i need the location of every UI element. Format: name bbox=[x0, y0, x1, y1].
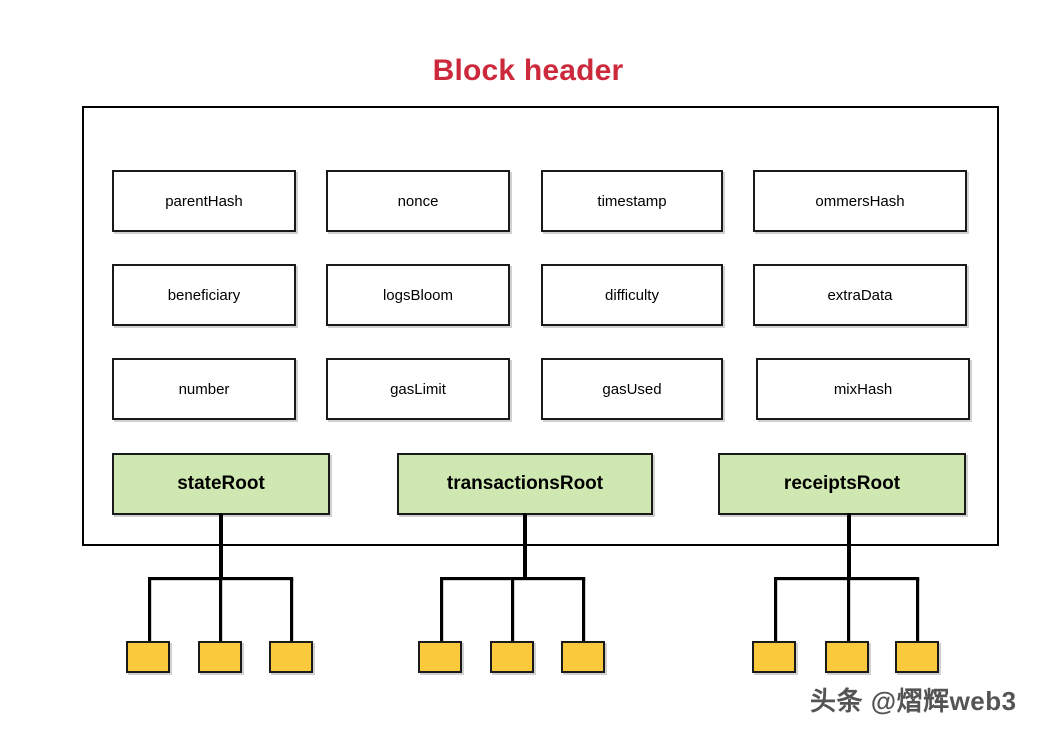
field-label: stateRoot bbox=[177, 473, 265, 494]
leaf-node bbox=[269, 641, 313, 673]
leaf-node bbox=[198, 641, 242, 673]
field-box-beneficiary: beneficiary bbox=[112, 264, 296, 326]
diagram-canvas: Block header parentHash nonce timestamp … bbox=[0, 0, 1056, 730]
leaf-node bbox=[752, 641, 796, 673]
field-box-number: number bbox=[112, 358, 296, 420]
tree-drop-state-root-1 bbox=[148, 577, 151, 643]
field-box-timestamp: timestamp bbox=[541, 170, 723, 232]
tree-drop-transactions-root-2 bbox=[511, 577, 514, 643]
field-label: timestamp bbox=[597, 192, 667, 210]
leaf-node bbox=[418, 641, 462, 673]
field-label: gasLimit bbox=[390, 380, 446, 398]
field-box-state-root: stateRoot bbox=[112, 453, 330, 515]
tree-drop-transactions-root-1 bbox=[440, 577, 443, 643]
field-box-difficulty: difficulty bbox=[541, 264, 723, 326]
field-label: number bbox=[178, 380, 230, 398]
field-box-nonce: nonce bbox=[326, 170, 510, 232]
field-box-ommers-hash: ommersHash bbox=[753, 170, 967, 232]
field-box-logs-bloom: logsBloom bbox=[326, 264, 510, 326]
field-box-transactions-root: transactionsRoot bbox=[397, 453, 653, 515]
field-label: parentHash bbox=[165, 192, 243, 210]
field-box-parent-hash: parentHash bbox=[112, 170, 296, 232]
field-label: beneficiary bbox=[167, 286, 241, 304]
field-label: difficulty bbox=[605, 286, 659, 304]
field-label: gasUsed bbox=[602, 380, 662, 398]
leaf-node bbox=[126, 641, 170, 673]
field-label: extraData bbox=[827, 286, 893, 304]
field-label: ommersHash bbox=[815, 192, 905, 210]
tree-drop-receipts-root-3 bbox=[916, 577, 919, 643]
field-box-receipts-root: receiptsRoot bbox=[718, 453, 966, 515]
leaf-node bbox=[825, 641, 869, 673]
tree-stem-receipts-root bbox=[847, 513, 851, 579]
field-box-gas-used: gasUsed bbox=[541, 358, 723, 420]
field-label: logsBloom bbox=[382, 286, 454, 304]
tree-stem-state-root bbox=[219, 513, 223, 579]
page-title: Block header bbox=[432, 54, 624, 87]
tree-drop-state-root-3 bbox=[290, 577, 293, 643]
leaf-node bbox=[895, 641, 939, 673]
tree-drop-receipts-root-1 bbox=[774, 577, 777, 643]
field-box-gas-limit: gasLimit bbox=[326, 358, 510, 420]
tree-drop-state-root-2 bbox=[219, 577, 222, 643]
tree-drop-transactions-root-3 bbox=[582, 577, 585, 643]
tree-stem-transactions-root bbox=[523, 513, 527, 579]
field-label: nonce bbox=[397, 192, 439, 210]
field-box-mix-hash: mixHash bbox=[756, 358, 970, 420]
watermark-text: 头条 @熠辉web3 bbox=[810, 686, 1017, 716]
field-label: transactionsRoot bbox=[446, 473, 604, 494]
field-label: mixHash bbox=[833, 380, 893, 398]
tree-drop-receipts-root-2 bbox=[847, 577, 850, 643]
field-box-extra-data: extraData bbox=[753, 264, 967, 326]
field-label: receiptsRoot bbox=[783, 473, 901, 494]
leaf-node bbox=[490, 641, 534, 673]
leaf-node bbox=[561, 641, 605, 673]
